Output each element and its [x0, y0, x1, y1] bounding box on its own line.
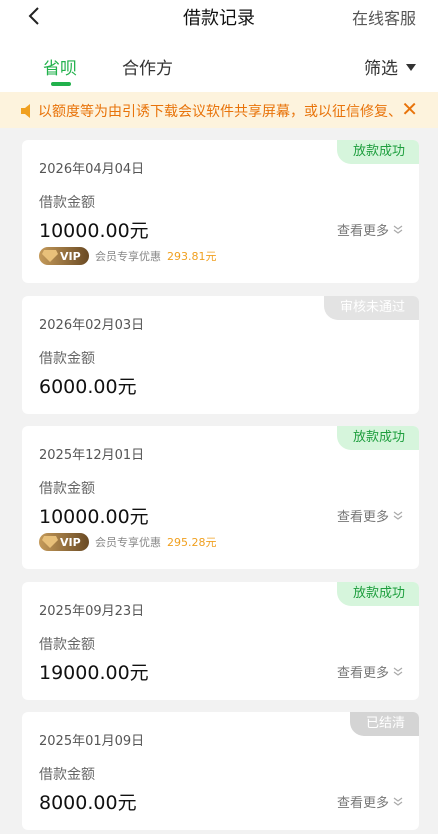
loan-record-card[interactable]: 放款成功 2026年04月04日 借款金额 10000.00元 查看更多 VIP…	[22, 140, 419, 283]
view-more-link[interactable]: 查看更多	[337, 506, 403, 525]
loan-record-card[interactable]: 放款成功 2025年12月01日 借款金额 10000.00元 查看更多 VIP…	[22, 426, 419, 569]
double-chevron-down-icon	[393, 225, 403, 234]
amount-label: 借款金额	[39, 195, 95, 211]
caret-down-icon	[406, 64, 416, 71]
status-badge: 已结清	[349, 712, 419, 736]
filter-dropdown[interactable]: 筛选	[364, 54, 416, 79]
tab-bar: 省呗 合作方 筛选	[0, 34, 438, 92]
double-chevron-down-icon	[393, 667, 403, 676]
vip-discount-amount: 293.81元	[167, 250, 217, 263]
filter-label: 筛选	[364, 59, 398, 79]
status-badge: 审核未通过	[323, 296, 419, 320]
status-badge: 放款成功	[336, 582, 419, 606]
tab-partner[interactable]: 合作方	[122, 54, 173, 79]
vip-discount-row: VIP 会员专享优惠 295.28元	[39, 533, 217, 551]
loan-amount: 10000.00元	[39, 220, 149, 242]
active-tab-indicator	[51, 82, 71, 86]
amount-label: 借款金额	[39, 481, 95, 497]
tab-shengbei[interactable]: 省呗	[43, 54, 77, 79]
loan-date: 2025年01月09日	[39, 734, 145, 749]
diamond-icon	[40, 535, 60, 549]
vip-badge-label: VIP	[60, 249, 81, 263]
vip-badge: VIP	[39, 533, 89, 551]
diamond-icon	[40, 249, 60, 263]
vip-discount-row: VIP 会员专享优惠 293.81元	[39, 247, 217, 265]
double-chevron-down-icon	[393, 511, 403, 520]
amount-label: 借款金额	[39, 767, 95, 783]
view-more-label: 查看更多	[336, 796, 389, 811]
vip-discount-text: 会员专享优惠	[95, 536, 161, 549]
status-badge: 放款成功	[336, 140, 419, 164]
loan-date: 2026年02月03日	[39, 318, 145, 333]
notice-banner: 以额度等为由引诱下载会议软件共享屏幕，或以征信修复、 ✕	[0, 92, 438, 128]
amount-label: 借款金额	[39, 637, 95, 653]
top-bar: 借款记录 在线客服	[0, 0, 438, 34]
loan-amount: 19000.00元	[39, 662, 149, 684]
vip-badge: VIP	[39, 247, 89, 265]
speaker-icon	[20, 103, 36, 118]
vip-discount-amount: 295.28元	[167, 536, 217, 549]
loan-date: 2025年12月01日	[39, 448, 145, 463]
view-more-link[interactable]: 查看更多	[337, 220, 403, 239]
loan-amount: 10000.00元	[39, 506, 149, 528]
loan-amount: 8000.00元	[39, 792, 137, 814]
online-service-link[interactable]: 在线客服	[352, 5, 416, 29]
view-more-link[interactable]: 查看更多	[337, 662, 403, 681]
vip-badge-label: VIP	[60, 535, 81, 549]
vip-discount-text: 会员专享优惠	[95, 250, 161, 263]
double-chevron-down-icon	[393, 797, 403, 806]
loan-record-card[interactable]: 审核未通过 2026年02月03日 借款金额 6000.00元	[22, 296, 419, 414]
loan-date: 2025年09月23日	[39, 604, 145, 619]
view-more-label: 查看更多	[336, 666, 389, 681]
loan-date: 2026年04月04日	[39, 162, 145, 177]
view-more-label: 查看更多	[336, 510, 389, 525]
close-icon[interactable]: ✕	[401, 98, 418, 120]
amount-label: 借款金额	[39, 351, 95, 367]
loan-record-card[interactable]: 已结清 2025年01月09日 借款金额 8000.00元 查看更多	[22, 712, 419, 830]
loan-record-card[interactable]: 放款成功 2025年09月23日 借款金额 19000.00元 查看更多	[22, 582, 419, 700]
loan-amount: 6000.00元	[39, 376, 137, 398]
view-more-link[interactable]: 查看更多	[337, 792, 403, 811]
notice-text: 以额度等为由引诱下载会议软件共享屏幕，或以征信修复、	[38, 104, 396, 120]
view-more-label: 查看更多	[336, 224, 389, 239]
status-badge: 放款成功	[336, 426, 419, 450]
